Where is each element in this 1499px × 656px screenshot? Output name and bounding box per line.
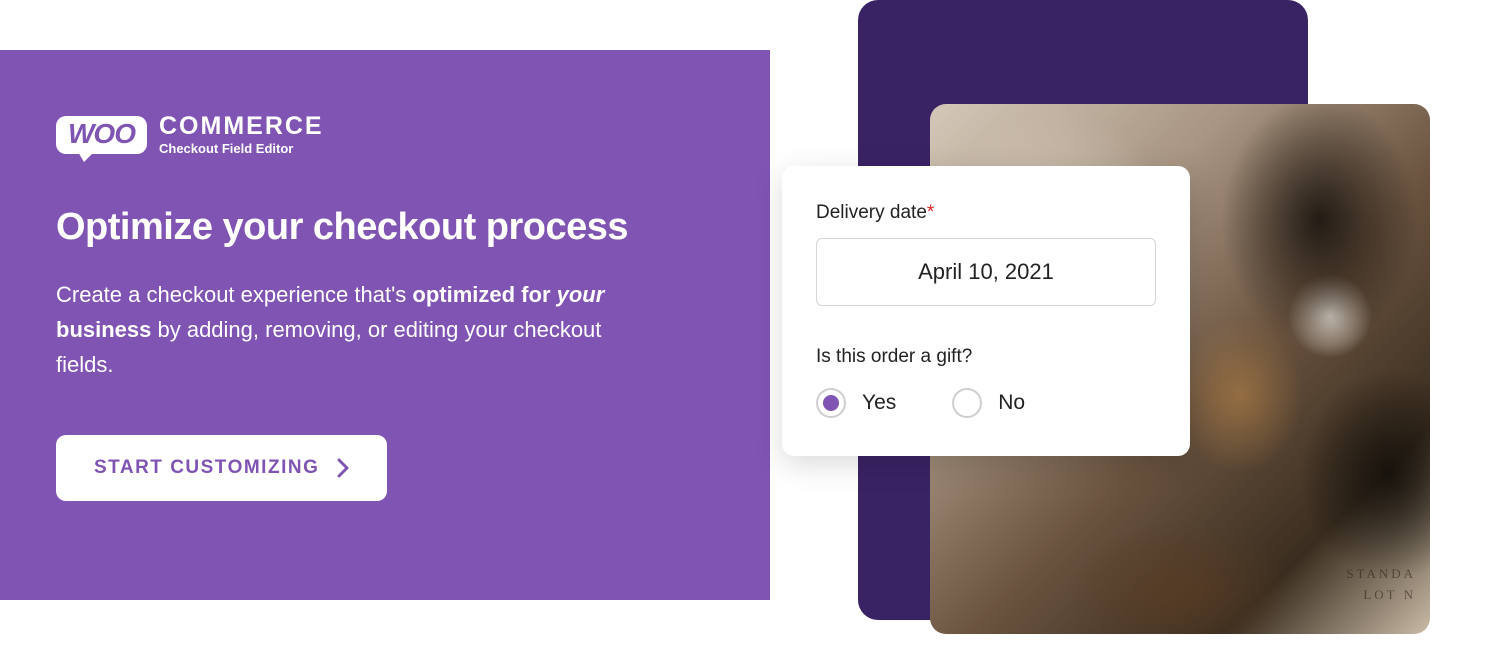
delivery-date-label-text: Delivery date <box>816 202 927 223</box>
desc-part-1: Create a checkout experience that's <box>56 282 412 307</box>
checkout-form-card: Delivery date* Is this order a gift? Yes… <box>782 166 1190 456</box>
required-indicator: * <box>927 202 934 223</box>
gift-radio-no[interactable]: No <box>952 388 1025 418</box>
start-customizing-button[interactable]: START CUSTOMIZING <box>56 435 387 501</box>
logo-text: COMMERCE Checkout Field Editor <box>159 114 324 156</box>
radio-icon <box>816 388 846 418</box>
chevron-right-icon <box>337 458 349 478</box>
desc-strong-post: business <box>56 317 151 342</box>
desc-em: your <box>557 282 605 307</box>
logo-commerce-text: COMMERCE <box>159 114 324 139</box>
radio-label-yes: Yes <box>862 391 896 415</box>
hero-description: Create a checkout experience that's opti… <box>56 277 616 383</box>
desc-strong-pre: optimized for <box>412 282 556 307</box>
logo: WOO COMMERCE Checkout Field Editor <box>56 114 714 156</box>
gift-question-label: Is this order a gift? <box>816 346 1156 368</box>
hero-panel: WOO COMMERCE Checkout Field Editor Optim… <box>0 50 770 600</box>
logo-subtitle: Checkout Field Editor <box>159 141 324 156</box>
delivery-date-input[interactable] <box>816 238 1156 306</box>
gift-radio-group: Yes No <box>816 388 1156 418</box>
gift-radio-yes[interactable]: Yes <box>816 388 896 418</box>
woo-logo-bubble: WOO <box>56 116 147 154</box>
cta-label: START CUSTOMIZING <box>94 457 319 479</box>
radio-label-no: No <box>998 391 1025 415</box>
delivery-date-label: Delivery date* <box>816 202 1156 224</box>
radio-icon <box>952 388 982 418</box>
hero-headline: Optimize your checkout process <box>56 206 714 249</box>
